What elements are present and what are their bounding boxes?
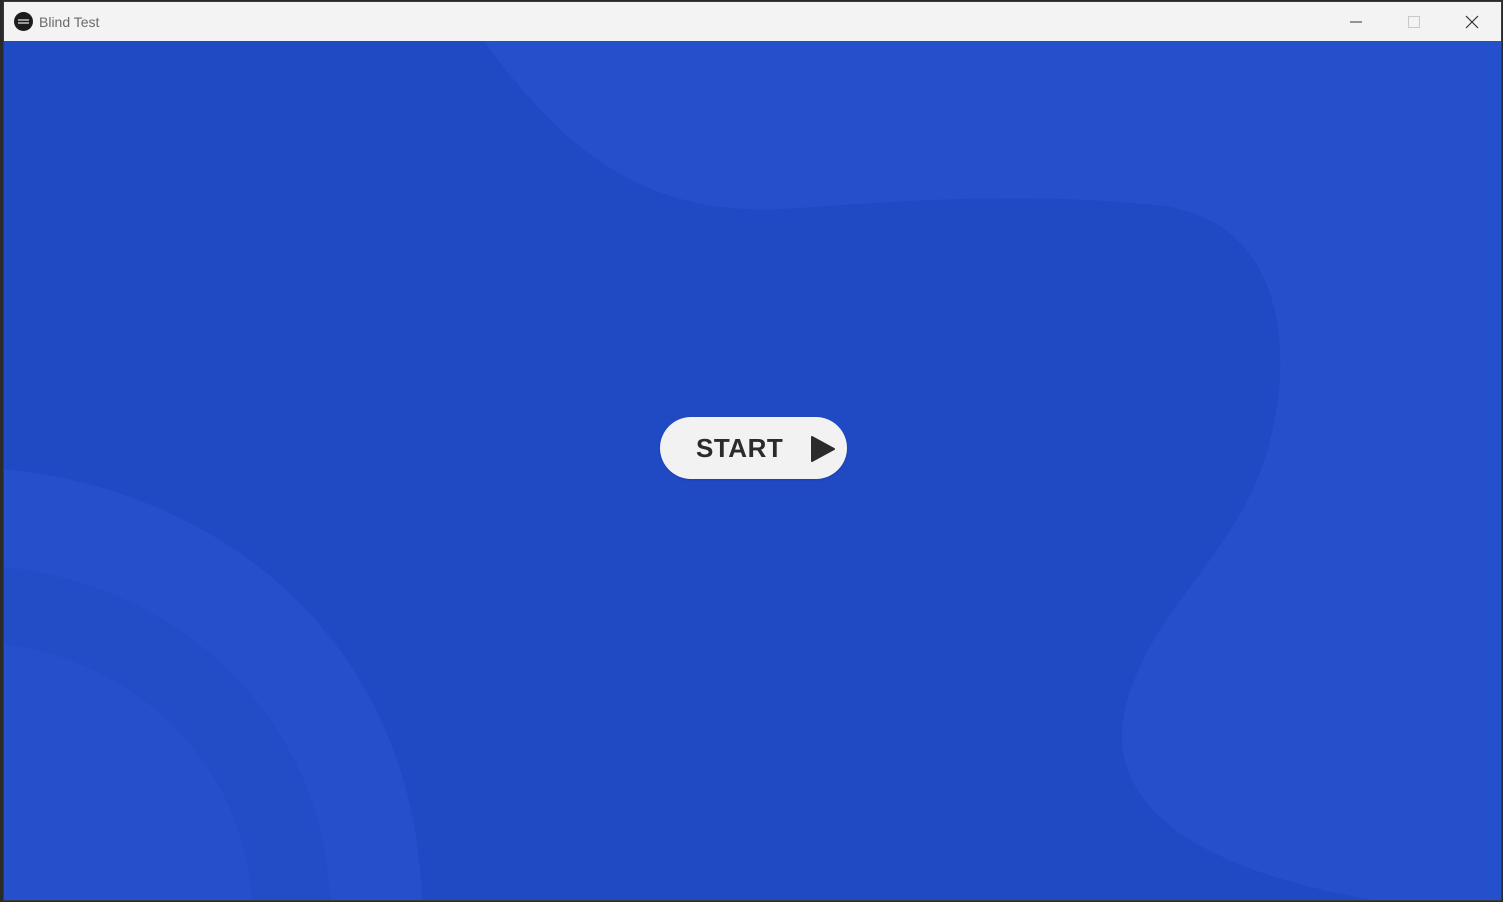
maximize-icon <box>1408 15 1420 28</box>
record-icon <box>14 12 33 31</box>
play-icon <box>811 436 835 462</box>
window-title: Blind Test <box>39 13 100 30</box>
start-button-label: START <box>696 433 784 463</box>
minimize-button[interactable] <box>1327 2 1385 41</box>
close-button[interactable] <box>1443 2 1501 41</box>
start-screen: START <box>4 41 1501 900</box>
maximize-button[interactable] <box>1385 2 1443 41</box>
start-button[interactable]: START <box>660 417 847 479</box>
minimize-icon <box>1350 21 1362 22</box>
app-window: Blind Test START <box>3 1 1502 901</box>
window-controls <box>1327 2 1501 41</box>
title-bar[interactable]: Blind Test <box>4 2 1501 41</box>
close-icon <box>1465 15 1479 28</box>
